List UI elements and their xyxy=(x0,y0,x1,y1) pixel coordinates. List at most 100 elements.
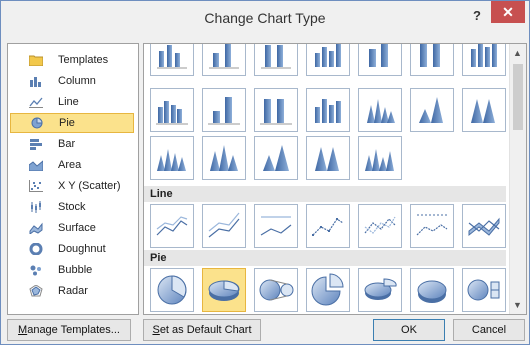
scatter-chart-icon xyxy=(28,179,44,193)
chart-subtype-exploded-3d-pie[interactable] xyxy=(358,268,402,312)
change-chart-type-dialog: Change Chart Type ? ✕ Templates Column L… xyxy=(0,0,530,345)
line-chart-icon xyxy=(28,95,44,109)
sidebar-item-label: Surface xyxy=(58,222,96,234)
pyramid-thumb-icon xyxy=(365,149,394,171)
sidebar-item-templates[interactable]: Templates xyxy=(10,50,134,70)
line-thumb-icon xyxy=(208,212,240,238)
sidebar-item-area[interactable]: Area xyxy=(10,155,134,175)
chart-subtype-3d-pie[interactable] xyxy=(202,268,246,312)
sidebar-item-scatter[interactable]: X Y (Scatter) xyxy=(10,176,134,196)
pie-3d-thumb-icon xyxy=(417,280,447,303)
chart-subtype-pie[interactable] xyxy=(150,268,194,312)
sidebar-item-label: Column xyxy=(58,75,96,87)
chart-type-list: Templates Column Line Pie Bar Area X Y (… xyxy=(7,43,139,315)
chart-subtype-clustered-cone[interactable] xyxy=(358,88,402,132)
pyramid-thumb-icon xyxy=(210,145,238,171)
bar-chart-icon xyxy=(28,137,44,151)
chart-subtype-line-markers[interactable] xyxy=(306,204,350,248)
cancel-button[interactable]: Cancel xyxy=(453,319,525,341)
sidebar-item-label: Stock xyxy=(58,201,86,213)
chart-subtype-3d-cone[interactable] xyxy=(150,136,194,180)
stock-chart-icon xyxy=(28,200,44,214)
chart-subtype-3d-pyramid[interactable] xyxy=(358,136,402,180)
line-thumb-icon xyxy=(156,216,188,236)
surface-chart-icon xyxy=(28,221,44,235)
sidebar-item-label: Doughnut xyxy=(58,243,106,255)
line-3d-thumb-icon xyxy=(468,217,500,237)
sidebar-item-pie[interactable]: Pie xyxy=(10,113,134,133)
sidebar-item-label: X Y (Scatter) xyxy=(58,180,121,192)
chart-subtype-clustered-pyramid[interactable] xyxy=(202,136,246,180)
sidebar-item-label: Line xyxy=(58,96,79,108)
chart-subtype-stacked-pyramid[interactable] xyxy=(254,136,298,180)
chart-subtype-line[interactable] xyxy=(150,204,194,248)
section-header-line: Line xyxy=(144,186,506,202)
exploded-pie-thumb-icon xyxy=(311,273,344,306)
sidebar-item-stock[interactable]: Stock xyxy=(10,197,134,217)
sidebar-item-doughnut[interactable]: Doughnut xyxy=(10,239,134,259)
sidebar-item-label: Bubble xyxy=(58,264,93,276)
sidebar-item-label: Bar xyxy=(58,138,76,150)
chart-subtype-3d-column[interactable] xyxy=(306,44,350,76)
sidebar-item-bubble[interactable]: Bubble xyxy=(10,260,134,280)
chart-subtype-100-stacked-line-markers[interactable] xyxy=(410,204,454,248)
chart-subtype-exploded-pie[interactable] xyxy=(306,268,350,312)
cylinder-thumb-icon xyxy=(315,99,341,123)
chart-subtype-pie-of-pie[interactable] xyxy=(254,268,298,312)
chart-subtype-stacked-line[interactable] xyxy=(202,204,246,248)
chart-subtype-3d-cylinder[interactable] xyxy=(358,44,402,76)
sidebar-item-radar[interactable]: Radar xyxy=(10,281,134,301)
help-button[interactable]: ? xyxy=(467,7,487,25)
pie-3d-thumb-icon xyxy=(208,280,240,301)
pyramid-thumb-icon xyxy=(315,147,339,171)
column-chart-icon xyxy=(28,74,44,88)
area-chart-icon xyxy=(28,158,44,172)
chart-subtype-3d-stacked-column[interactable] xyxy=(202,44,246,76)
cylinder-thumb-icon xyxy=(208,97,240,125)
column-thumb-icon xyxy=(157,45,187,69)
chart-subtype-100-stacked-pyramid[interactable] xyxy=(306,136,350,180)
bar-of-pie-thumb-icon xyxy=(467,279,500,301)
chart-subtype-100-stacked-line[interactable] xyxy=(254,204,298,248)
scroll-up-icon[interactable]: ▲ xyxy=(513,48,522,58)
chart-subtype-3d-cylinder-full[interactable] xyxy=(462,44,506,76)
close-button[interactable]: ✕ xyxy=(491,1,525,23)
line-thumb-icon xyxy=(260,216,292,236)
bubble-chart-icon xyxy=(28,263,44,277)
chart-subtype-stacked-line-markers[interactable] xyxy=(358,204,402,248)
line-markers-thumb-icon xyxy=(416,214,448,236)
sidebar-item-label: Radar xyxy=(58,285,88,297)
sidebar-item-label: Templates xyxy=(58,54,109,66)
chart-subtype-stacked-cone[interactable] xyxy=(410,88,454,132)
ok-button[interactable]: OK xyxy=(373,319,445,341)
chart-subtype-clustered-cylinder[interactable] xyxy=(150,88,194,132)
exploded-pie-3d-thumb-icon xyxy=(364,278,397,300)
gallery-scrollbar[interactable]: ▲ ▼ xyxy=(509,44,526,314)
sidebar-item-surface[interactable]: Surface xyxy=(10,218,134,238)
scroll-thumb[interactable] xyxy=(513,64,523,130)
chart-subtype-3d-cylinder-stacked[interactable] xyxy=(410,44,454,76)
sidebar-item-label: Pie xyxy=(59,117,75,129)
scroll-down-icon[interactable]: ▼ xyxy=(513,300,522,310)
chart-subtype-3d-line[interactable] xyxy=(462,204,506,248)
chart-subtype-3d-cylinder-2[interactable] xyxy=(306,88,350,132)
sidebar-item-line[interactable]: Line xyxy=(10,92,134,112)
cone-thumb-icon xyxy=(367,99,395,123)
chart-subtype-3d-pie-alt[interactable] xyxy=(410,268,454,312)
sidebar-item-column[interactable]: Column xyxy=(10,71,134,91)
chart-subtype-stacked-cylinder[interactable] xyxy=(202,88,246,132)
sidebar-item-bar[interactable]: Bar xyxy=(10,134,134,154)
chart-subtype-bar-of-pie[interactable] xyxy=(462,268,506,312)
cylinder-thumb-icon xyxy=(156,101,188,125)
manage-templates-button[interactable]: Manage Templates... xyxy=(7,319,131,341)
chart-subtype-100-stacked-cylinder[interactable] xyxy=(254,88,298,132)
chart-subtype-3d-clustered-column[interactable] xyxy=(150,44,194,76)
line-markers-thumb-icon xyxy=(312,218,344,236)
doughnut-chart-icon xyxy=(28,242,44,256)
pie-chart-icon xyxy=(29,116,45,130)
chart-subtype-3d-100-column[interactable] xyxy=(254,44,298,76)
chart-subtype-100-stacked-cone[interactable] xyxy=(462,88,506,132)
column-thumb-icon xyxy=(369,44,388,67)
pyramid-thumb-icon xyxy=(263,145,289,171)
set-default-chart-button[interactable]: Set as Default Chart xyxy=(143,319,261,341)
